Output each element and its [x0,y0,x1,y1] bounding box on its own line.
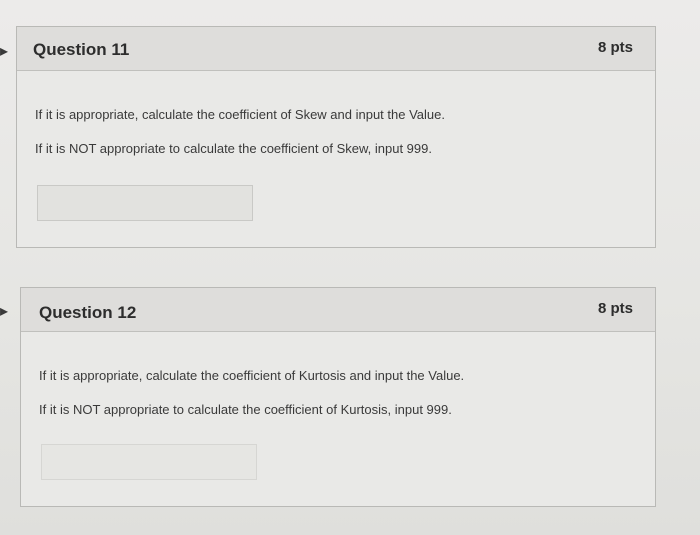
question-card: Question 12 8 pts If it is appropriate, … [20,287,656,507]
question-points: 8 pts [597,39,633,56]
question-body: If it is appropriate, calculate the coef… [17,71,655,247]
question-instruction: If it is appropriate, calculate the coef… [39,368,465,383]
question-instruction: If it is appropriate, calculate the coef… [35,107,445,122]
question-header: Question 11 8 pts [17,27,655,71]
question-title: Question 12 [39,303,137,322]
answer-input[interactable] [37,185,253,221]
answer-input[interactable] [41,444,257,480]
question-points: 8 pts [597,300,633,317]
question-instruction: If it is NOT appropriate to calculate th… [39,402,452,417]
edge-arrow-icon: ▸ [0,303,9,320]
question-header: Question 12 8 pts [21,288,655,332]
question-card: Question 11 8 pts If it is appropriate, … [16,26,656,248]
quiz-page: ▸ ▸ Question 11 8 pts If it is appropria… [0,0,700,535]
question-body: If it is appropriate, calculate the coef… [21,332,655,506]
question-title: Question 11 [33,40,130,59]
edge-arrow-icon: ▸ [0,43,9,60]
question-instruction: If it is NOT appropriate to calculate th… [35,141,432,156]
